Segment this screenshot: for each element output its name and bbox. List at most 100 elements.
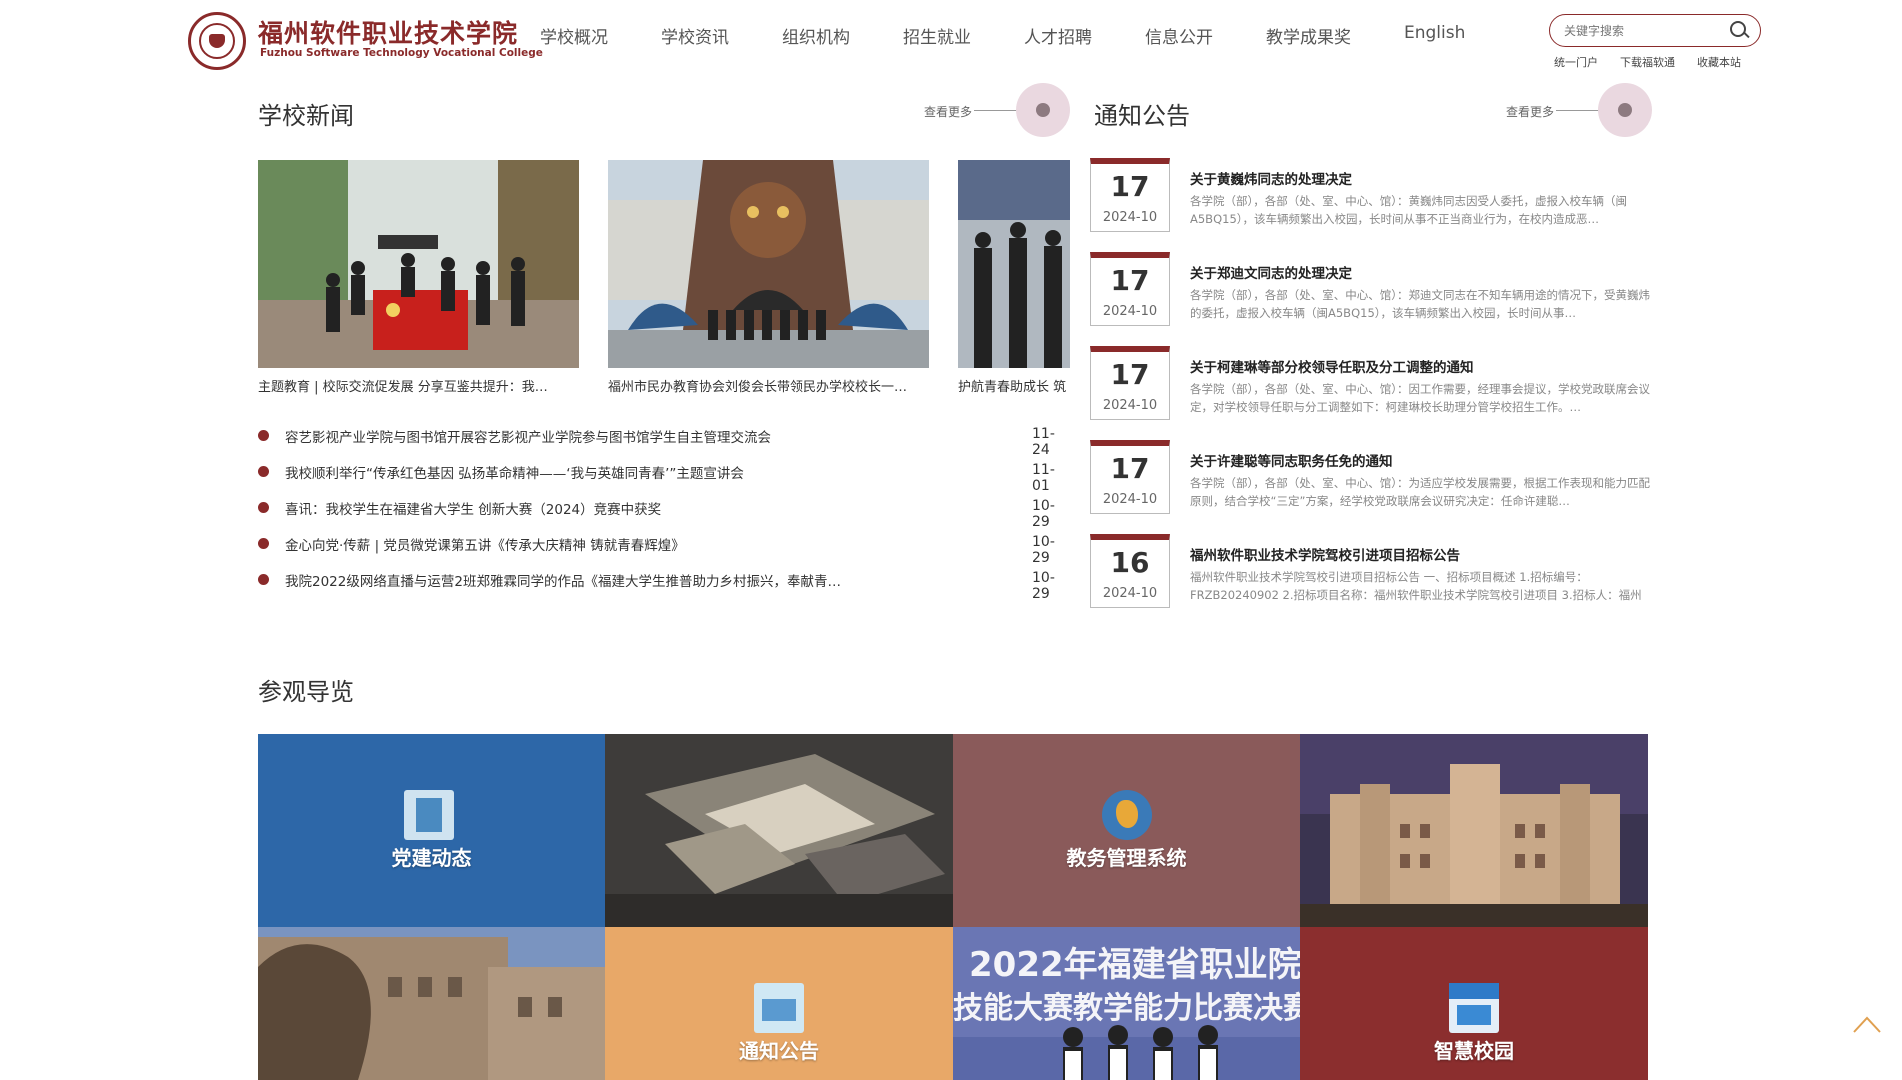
notice-day: 17 [1110, 264, 1150, 297]
news-item-title[interactable]: 我校顺利举行“传承红色基因 弘扬革命精神——‘我与英雄同青春’”主题宣讲会 [285, 462, 1025, 482]
tile-smart-campus[interactable]: 智慧校园 [1300, 927, 1648, 1080]
notice-year-month: 2024-10 [1102, 210, 1158, 225]
bullet-icon [258, 502, 269, 513]
news-photo-1-image [258, 160, 579, 368]
news-item-date: 10-29 [1032, 534, 1055, 566]
notice-date-box: 17 2024-10 [1090, 440, 1170, 514]
notice-date-box: 17 2024-10 [1090, 346, 1170, 420]
news-item-title[interactable]: 金心向党·传薪 | 党员微党课第五讲《传承大庆精神 铸就青春辉煌》 [285, 534, 1025, 554]
notices-more-link[interactable]: 查看更多 [1506, 103, 1554, 120]
download-app-link[interactable]: 下载福软通 [1620, 56, 1675, 69]
college-logo-seal[interactable] [188, 12, 246, 70]
tile-label: 智慧校园 [1434, 1039, 1514, 1063]
logo-emblem [209, 34, 225, 48]
top-sublinks: 统一门户 下载福软通 收藏本站 [1554, 54, 1763, 70]
tile-aerial-campus[interactable] [605, 734, 953, 927]
news-item-title[interactable]: 喜讯：我校学生在福建省大学生 创新大赛（2024）竞赛中获奖 [285, 498, 1025, 518]
search-input[interactable] [1562, 21, 1726, 41]
search-box [1549, 14, 1761, 47]
tile-notices[interactable]: 通知公告 [605, 927, 953, 1080]
notice-date-box: 17 2024-10 [1090, 252, 1170, 326]
notice-date-box: 16 2024-10 [1090, 534, 1170, 608]
nav-item-news[interactable]: 学校资讯 [661, 23, 729, 48]
tile-library[interactable] [258, 927, 605, 1080]
list-item[interactable]: 容艺影视产业学院与图书馆开展容艺影视产业学院参与图书馆学生自主管理交流会 11-… [258, 426, 1070, 458]
news-photo-3-caption[interactable]: 护航青春助成长 筑 [958, 376, 1070, 395]
library-building-image [258, 927, 605, 1080]
college-name-en[interactable]: Fuzhou Software Technology Vocational Co… [260, 47, 543, 59]
news-photo-1-caption[interactable]: 主题教育 | 校际交流促发展 分享互鉴共提升：我… [258, 376, 570, 395]
news-item-title[interactable]: 容艺影视产业学院与图书馆开展容艺影视产业学院参与图书馆学生自主管理交流会 [285, 426, 1025, 446]
notice-year-month: 2024-10 [1102, 304, 1158, 319]
list-item[interactable]: 我院2022级网络直播与运营2班郑雅霖同学的作品《福建大学生推普助力乡村振兴，奉… [258, 570, 1070, 602]
news-more-button[interactable] [1016, 83, 1070, 137]
bullet-icon [258, 538, 269, 549]
search-icon[interactable] [1730, 21, 1746, 37]
notice-desc: 各学院（部），各部（处、室、中心、馆）：郑迪文同志在不知车辆用途的情况下，受黄巍… [1190, 288, 1650, 320]
competition-banner-line1: 2022年福建省职业院校 [969, 945, 1300, 985]
tile-label: 党建动态 [391, 846, 472, 870]
tile-campus-building[interactable] [1300, 734, 1648, 927]
tile-label: 通知公告 [739, 1039, 819, 1063]
competition-banner-line2: 技能大赛教学能力比赛决赛 [953, 991, 1300, 1026]
notice-desc: 福州软件职业技术学院驾校引进项目招标公告 一、招标项目概述 1.招标编号：FRZ… [1190, 570, 1642, 602]
notice-day: 17 [1110, 452, 1150, 485]
notices-list: 17 2024-10 关于黄巍炜同志的处理决定 各学院（部），各部（处、室、中心… [1090, 158, 1650, 618]
bullet-icon [258, 574, 269, 585]
notice-desc: 各学院（部），各部（处、室、中心、馆）：黄巍炜同志因受人委托，虚报入校车辆（闽A… [1190, 194, 1627, 226]
tile-competition[interactable]: 2022年福建省职业院校 技能大赛教学能力比赛决赛 [953, 927, 1300, 1080]
back-to-top-icon[interactable] [1852, 1010, 1882, 1040]
news-photo-1[interactable] [258, 160, 579, 368]
notice-title[interactable]: 关于柯建琳等部分校领导任职及分工调整的通知 [1190, 356, 1650, 376]
nav-item-disclosure[interactable]: 信息公开 [1145, 23, 1213, 48]
list-item[interactable]: 我校顺利举行“传承红色基因 弘扬革命精神——‘我与英雄同青春’”主题宣讲会 11… [258, 462, 1070, 494]
aerial-campus-image [605, 734, 953, 927]
news-item-date: 10-29 [1032, 570, 1055, 602]
notices-more-button[interactable] [1598, 83, 1652, 137]
news-item-title[interactable]: 我院2022级网络直播与运营2班郑雅霖同学的作品《福建大学生推普助力乡村振兴，奉… [285, 570, 861, 590]
news-photo-2-caption[interactable]: 福州市民办教育协会刘俊会长带领民办学校校长一… [608, 376, 930, 395]
more-dot-icon [1618, 103, 1632, 117]
notices-section-title: 通知公告 [1094, 102, 1190, 130]
tile-label: 教务管理系统 [1066, 846, 1187, 870]
nav-item-recruitment[interactable]: 人才招聘 [1024, 23, 1092, 48]
notice-year-month: 2024-10 [1102, 586, 1158, 601]
notice-title[interactable]: 关于黄巍炜同志的处理决定 [1190, 168, 1650, 188]
campus-building-image [1300, 734, 1648, 927]
notice-title[interactable]: 福州软件职业技术学院驾校引进项目招标公告 [1190, 544, 1650, 564]
notice-desc: 各学院（部），各部（处、室、中心、馆）：因工作需要，经理事会提议，学校党政联席会… [1190, 382, 1650, 414]
notice-title[interactable]: 关于郑迪文同志的处理决定 [1190, 262, 1650, 282]
nav-item-admission[interactable]: 招生就业 [903, 23, 971, 48]
news-photo-2-image [608, 160, 929, 368]
globe-icon [1102, 790, 1152, 840]
news-list: 容艺影视产业学院与图书馆开展容艺影视产业学院参与图书馆学生自主管理交流会 11-… [258, 426, 1070, 602]
notice-day: 16 [1110, 546, 1150, 579]
tile-academic-system[interactable]: 教务管理系统 [953, 734, 1300, 927]
tour-section-title: 参观导览 [258, 678, 354, 706]
news-photo-3[interactable] [958, 160, 1070, 368]
portal-link[interactable]: 统一门户 [1554, 56, 1598, 69]
notice-date-box: 17 2024-10 [1090, 158, 1170, 232]
notice-day: 17 [1110, 358, 1150, 391]
news-more-link[interactable]: 查看更多 [924, 103, 972, 120]
list-item[interactable]: 金心向党·传薪 | 党员微党课第五讲《传承大庆精神 铸就青春辉煌》 10-29 [258, 534, 1070, 566]
news-photo-2[interactable] [608, 160, 929, 368]
nav-item-overview[interactable]: 学校概况 [540, 23, 608, 48]
nav-item-teaching-award[interactable]: 教学成果奖 [1266, 23, 1351, 48]
notice-title[interactable]: 关于许建聪等同志职务任免的通知 [1190, 450, 1650, 470]
nav-item-english[interactable]: English [1404, 23, 1465, 43]
notice-day: 17 [1110, 170, 1150, 203]
more-dot-icon [1036, 103, 1050, 117]
bullet-icon [258, 430, 269, 441]
tile-party-building[interactable]: 党建动态 [258, 734, 605, 927]
list-item[interactable]: 喜讯：我校学生在福建省大学生 创新大赛（2024）竞赛中获奖 10-29 [258, 498, 1070, 530]
logo-ring [199, 23, 235, 59]
notice-desc: 各学院（部），各部（处、室、中心、馆）：为适应学校发展需要，根据工作表现和能力匹… [1190, 476, 1650, 508]
college-name-cn[interactable]: 福州软件职业技术学院 [258, 14, 518, 50]
nav-item-organization[interactable]: 组织机构 [782, 23, 850, 48]
notice-year-month: 2024-10 [1102, 398, 1158, 413]
news-item-date: 11-01 [1032, 462, 1055, 494]
mail-icon [754, 983, 804, 1033]
book-icon [404, 790, 454, 840]
bookmark-link[interactable]: 收藏本站 [1697, 56, 1741, 69]
